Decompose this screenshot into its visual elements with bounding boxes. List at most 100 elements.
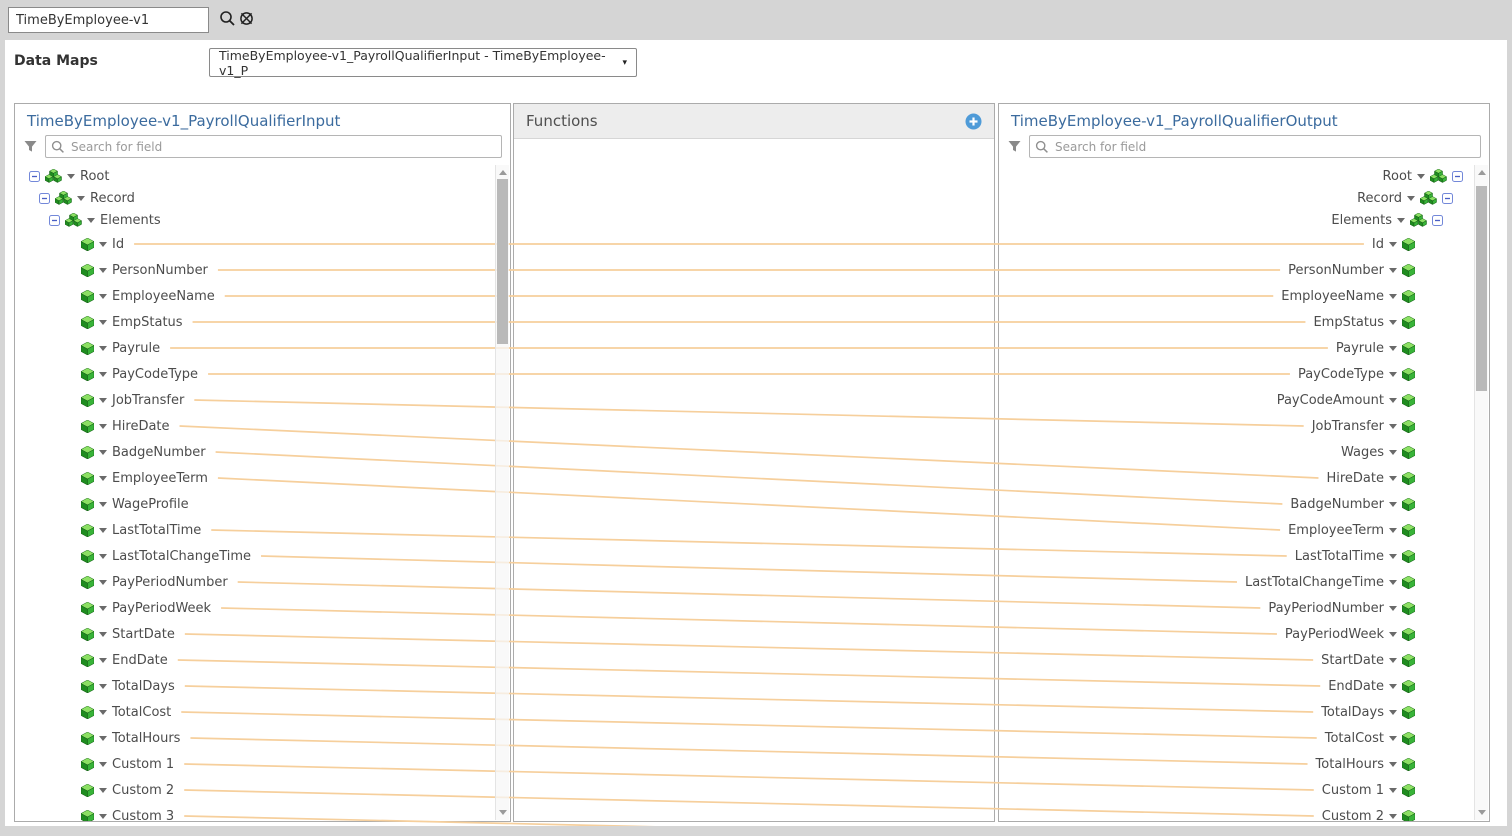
chevron-down-icon[interactable]: [1389, 814, 1397, 819]
chevron-down-icon[interactable]: [1389, 632, 1397, 637]
tree-node-badgenumber[interactable]: BadgeNumber: [15, 439, 510, 465]
collapse-icon[interactable]: [39, 193, 50, 204]
tree-node-empstatus[interactable]: EmpStatus: [999, 309, 1489, 335]
tree-node-startdate[interactable]: StartDate: [999, 647, 1489, 673]
tree-node-payperiodweek[interactable]: PayPeriodWeek: [15, 595, 510, 621]
chevron-down-icon[interactable]: [1389, 580, 1397, 585]
scrollbar-thumb[interactable]: [1476, 186, 1487, 391]
tree-node-employeeterm[interactable]: EmployeeTerm: [999, 517, 1489, 543]
tree-node-personnumber[interactable]: PersonNumber: [999, 257, 1489, 283]
tree-node-payrule[interactable]: Payrule: [999, 335, 1489, 361]
tree-node-wages[interactable]: Wages: [999, 439, 1489, 465]
tree-node-empstatus[interactable]: EmpStatus: [15, 309, 510, 335]
chevron-down-icon[interactable]: [1417, 174, 1425, 179]
scrollbar-thumb[interactable]: [497, 179, 508, 344]
add-function-button[interactable]: [965, 113, 982, 130]
chevron-down-icon[interactable]: [99, 814, 107, 819]
chevron-down-icon[interactable]: [99, 762, 107, 767]
chevron-down-icon[interactable]: [1389, 294, 1397, 299]
filter-icon[interactable]: [1007, 139, 1022, 154]
scroll-down-icon[interactable]: [499, 810, 507, 815]
chevron-down-icon[interactable]: [67, 174, 75, 179]
tree-node-paycodetype[interactable]: PayCodeType: [999, 361, 1489, 387]
filter-icon[interactable]: [23, 139, 38, 154]
tree-node-payperiodnumber[interactable]: PayPeriodNumber: [999, 595, 1489, 621]
tree-node-hiredate[interactable]: HireDate: [999, 465, 1489, 491]
tree-node-elements[interactable]: Elements: [999, 209, 1489, 231]
output-field-search[interactable]: [1029, 135, 1481, 158]
scroll-down-icon[interactable]: [1478, 810, 1486, 815]
chevron-down-icon[interactable]: [99, 658, 107, 663]
tree-node-custom-2[interactable]: Custom 2: [15, 777, 510, 803]
chevron-down-icon[interactable]: [99, 580, 107, 585]
collapse-icon[interactable]: [1452, 171, 1463, 182]
tree-node-employeename[interactable]: EmployeeName: [999, 283, 1489, 309]
chevron-down-icon[interactable]: [99, 684, 107, 689]
tree-node-id[interactable]: Id: [999, 231, 1489, 257]
chevron-down-icon[interactable]: [99, 788, 107, 793]
chevron-down-icon[interactable]: [99, 632, 107, 637]
tree-node-jobtransfer[interactable]: JobTransfer: [15, 387, 510, 413]
chevron-down-icon[interactable]: [1389, 242, 1397, 247]
chevron-down-icon[interactable]: [77, 196, 85, 201]
tree-node-lasttotaltime[interactable]: LastTotalTime: [15, 517, 510, 543]
tree-node-payperiodweek[interactable]: PayPeriodWeek: [999, 621, 1489, 647]
chevron-down-icon[interactable]: [1389, 346, 1397, 351]
chevron-down-icon[interactable]: [1389, 320, 1397, 325]
tree-node-badgenumber[interactable]: BadgeNumber: [999, 491, 1489, 517]
chevron-down-icon[interactable]: [99, 450, 107, 455]
tree-node-wageprofile[interactable]: WageProfile: [15, 491, 510, 517]
data-maps-select[interactable]: TimeByEmployee-v1_PayrollQualifierInput …: [209, 48, 637, 77]
tree-node-payrule[interactable]: Payrule: [15, 335, 510, 361]
chevron-down-icon[interactable]: [1389, 762, 1397, 767]
chevron-down-icon[interactable]: [1389, 398, 1397, 403]
chevron-down-icon[interactable]: [99, 294, 107, 299]
chevron-down-icon[interactable]: [1397, 218, 1405, 223]
scroll-up-icon[interactable]: [499, 170, 507, 175]
chevron-down-icon[interactable]: [1389, 606, 1397, 611]
chevron-down-icon[interactable]: [99, 346, 107, 351]
tree-node-record[interactable]: Record: [999, 187, 1489, 209]
chevron-down-icon[interactable]: [99, 372, 107, 377]
tree-node-paycodeamount[interactable]: PayCodeAmount: [999, 387, 1489, 413]
collapse-icon[interactable]: [1442, 193, 1453, 204]
chevron-down-icon[interactable]: [99, 710, 107, 715]
chevron-down-icon[interactable]: [1389, 372, 1397, 377]
chevron-down-icon[interactable]: [99, 398, 107, 403]
tree-node-totalcost[interactable]: TotalCost: [999, 725, 1489, 751]
scroll-up-icon[interactable]: [1478, 170, 1486, 175]
tree-node-totalcost[interactable]: TotalCost: [15, 699, 510, 725]
tree-node-root[interactable]: Root: [999, 165, 1489, 187]
collapse-icon[interactable]: [29, 171, 40, 182]
chevron-down-icon[interactable]: [1389, 658, 1397, 663]
chevron-down-icon[interactable]: [1389, 502, 1397, 507]
chevron-down-icon[interactable]: [99, 268, 107, 273]
chevron-down-icon[interactable]: [1389, 736, 1397, 741]
tree-node-id[interactable]: Id: [15, 231, 510, 257]
chevron-down-icon[interactable]: [87, 218, 95, 223]
chevron-down-icon[interactable]: [99, 320, 107, 325]
chevron-down-icon[interactable]: [1389, 424, 1397, 429]
output-panel-scrollbar[interactable]: [1474, 165, 1488, 820]
collapse-icon[interactable]: [49, 215, 60, 226]
chevron-down-icon[interactable]: [1389, 476, 1397, 481]
process-search-input[interactable]: [8, 7, 209, 33]
tree-node-paycodetype[interactable]: PayCodeType: [15, 361, 510, 387]
tree-node-custom-2[interactable]: Custom 2: [999, 803, 1489, 822]
tree-node-jobtransfer[interactable]: JobTransfer: [999, 413, 1489, 439]
tree-node-employeeterm[interactable]: EmployeeTerm: [15, 465, 510, 491]
chevron-down-icon[interactable]: [99, 528, 107, 533]
tree-node-startdate[interactable]: StartDate: [15, 621, 510, 647]
search-icon[interactable]: [219, 10, 236, 31]
chevron-down-icon[interactable]: [99, 242, 107, 247]
chevron-down-icon[interactable]: [1407, 196, 1415, 201]
tree-node-totaldays[interactable]: TotalDays: [999, 699, 1489, 725]
chevron-down-icon[interactable]: [99, 424, 107, 429]
chevron-down-icon[interactable]: [1389, 268, 1397, 273]
chevron-down-icon[interactable]: [99, 736, 107, 741]
tree-node-personnumber[interactable]: PersonNumber: [15, 257, 510, 283]
input-panel-scrollbar[interactable]: [495, 165, 509, 820]
clear-search-icon[interactable]: [238, 10, 255, 31]
chevron-down-icon[interactable]: [99, 554, 107, 559]
tree-node-root[interactable]: Root: [15, 165, 510, 187]
